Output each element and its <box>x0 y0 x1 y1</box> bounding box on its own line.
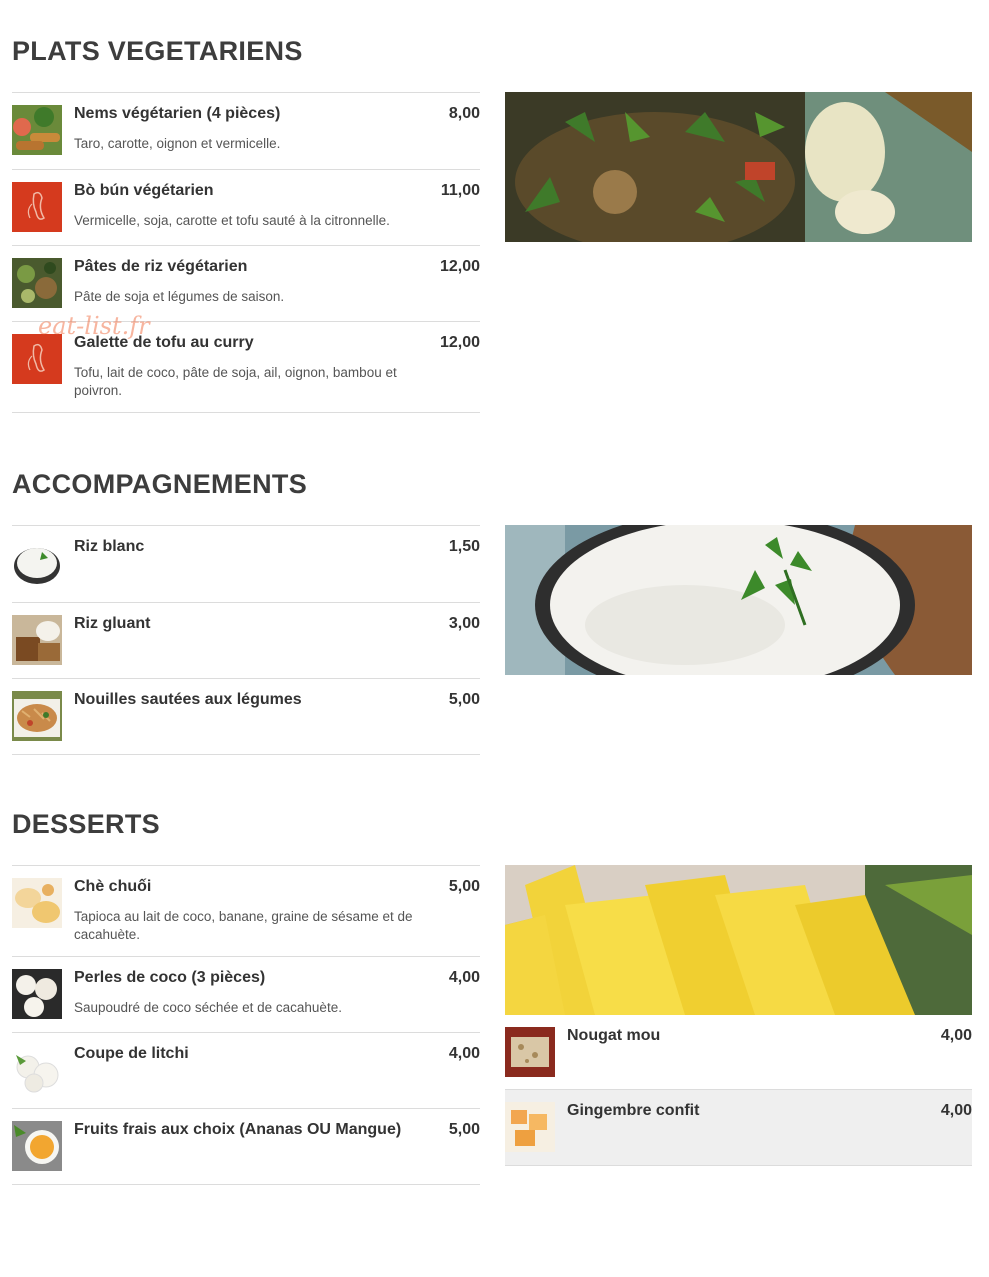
menu-item[interactable]: Bò bún végétarien 11,00 Vermicelle, soja… <box>12 170 480 246</box>
pates-riz-thumbnail <box>12 258 62 308</box>
item-name: Chè chuối <box>74 878 152 895</box>
menu-list-accompagnements: Riz blanc 1,50 Riz gluant 3,00 Nouilles … <box>12 525 480 755</box>
item-price: 11,00 <box>440 182 480 199</box>
item-description: Tapioca au lait de coco, banane, graine … <box>74 909 413 942</box>
item-price: 1,50 <box>448 538 480 555</box>
menu-item[interactable]: Riz blanc 1,50 <box>12 526 480 603</box>
pineapple-photo <box>505 865 972 1015</box>
section-title-desserts: DESSERTS <box>12 809 160 839</box>
menu-item[interactable]: Fruits frais aux choix (Ananas OU Mangue… <box>12 1109 480 1185</box>
section-title-plats: PLATS VEGETARIENS <box>12 36 303 66</box>
item-description: Saupoudré de coco séchée et de cacahuète… <box>74 1000 342 1015</box>
item-description: Tofu, lait de coco, pâte de soja, ail, o… <box>74 365 397 398</box>
item-name: Coupe de litchi <box>74 1045 189 1062</box>
restaurant-logo-thumbnail <box>12 182 62 232</box>
menu-item[interactable]: Nouilles sautées aux légumes 5,00 <box>12 679 480 755</box>
item-price: 8,00 <box>448 105 480 122</box>
menu-item[interactable]: Chè chuối 5,00 Tapioca au lait de coco, … <box>12 866 480 957</box>
item-name: Bò bún végétarien <box>74 182 214 199</box>
item-price: 4,00 <box>448 1045 480 1062</box>
menu-list-desserts-side: Nougat mou 4,00 Gingembre confit 4,00 <box>505 1015 972 1166</box>
item-price: 3,00 <box>448 615 480 632</box>
menu-item[interactable]: Riz gluant 3,00 <box>12 603 480 679</box>
item-price: 4,00 <box>940 1027 972 1044</box>
item-price: 12,00 <box>439 258 480 275</box>
menu-item[interactable]: Pâtes de riz végétarien 12,00 Pâte de so… <box>12 246 480 322</box>
item-name: Nougat mou <box>567 1027 661 1044</box>
item-price: 5,00 <box>448 1121 480 1138</box>
rice-bowl-photo <box>505 525 972 675</box>
riz-blanc-thumbnail <box>12 538 62 588</box>
item-name: Pâtes de riz végétarien <box>74 258 248 275</box>
che-chuoi-thumbnail <box>12 878 62 928</box>
item-name: Nouilles sautées aux légumes <box>74 691 302 708</box>
item-price: 4,00 <box>940 1102 972 1119</box>
item-name: Riz blanc <box>74 538 145 555</box>
menu-item[interactable]: Coupe de litchi 4,00 <box>12 1033 480 1109</box>
menu-item[interactable]: Nems végétarien (4 pièces) 8,00 Taro, ca… <box>12 93 480 170</box>
menu-list-desserts: Chè chuối 5,00 Tapioca au lait de coco, … <box>12 865 480 1185</box>
item-name: Perles de coco (3 pièces) <box>74 969 266 986</box>
menu-item[interactable]: Gingembre confit 4,00 <box>505 1090 972 1166</box>
item-description: Taro, carotte, oignon et vermicelle. <box>74 136 281 151</box>
watermark: eat-list.fr <box>38 312 150 340</box>
nems-thumbnail <box>12 105 62 155</box>
fruits-frais-thumbnail <box>12 1121 62 1171</box>
item-name: Fruits frais aux choix (Ananas OU Mangue… <box>74 1121 402 1138</box>
section-title-accompagnements: ACCOMPAGNEMENTS <box>12 469 308 499</box>
item-name: Gingembre confit <box>567 1102 700 1119</box>
menu-item[interactable]: Perles de coco (3 pièces) 4,00 Saupoudré… <box>12 957 480 1033</box>
gingembre-thumbnail <box>505 1102 555 1152</box>
item-name: Nems végétarien (4 pièces) <box>74 105 281 122</box>
litchi-thumbnail <box>12 1045 62 1095</box>
perles-coco-thumbnail <box>12 969 62 1019</box>
item-price: 5,00 <box>448 878 480 895</box>
item-price: 5,00 <box>448 691 480 708</box>
menu-list-plats: Nems végétarien (4 pièces) 8,00 Taro, ca… <box>12 92 480 413</box>
item-price: 4,00 <box>448 969 480 986</box>
restaurant-logo-thumbnail <box>12 334 62 384</box>
item-price: 12,00 <box>439 334 480 351</box>
nougat-thumbnail <box>505 1027 555 1077</box>
item-description: Pâte de soja et légumes de saison. <box>74 289 285 304</box>
menu-item[interactable]: Nougat mou 4,00 <box>505 1015 972 1090</box>
riz-gluant-thumbnail <box>12 615 62 665</box>
item-description: Vermicelle, soja, carotte et tofu sauté … <box>74 213 390 228</box>
vegetarian-dish-photo <box>505 92 972 242</box>
nouilles-thumbnail <box>12 691 62 741</box>
item-name: Riz gluant <box>74 615 151 632</box>
